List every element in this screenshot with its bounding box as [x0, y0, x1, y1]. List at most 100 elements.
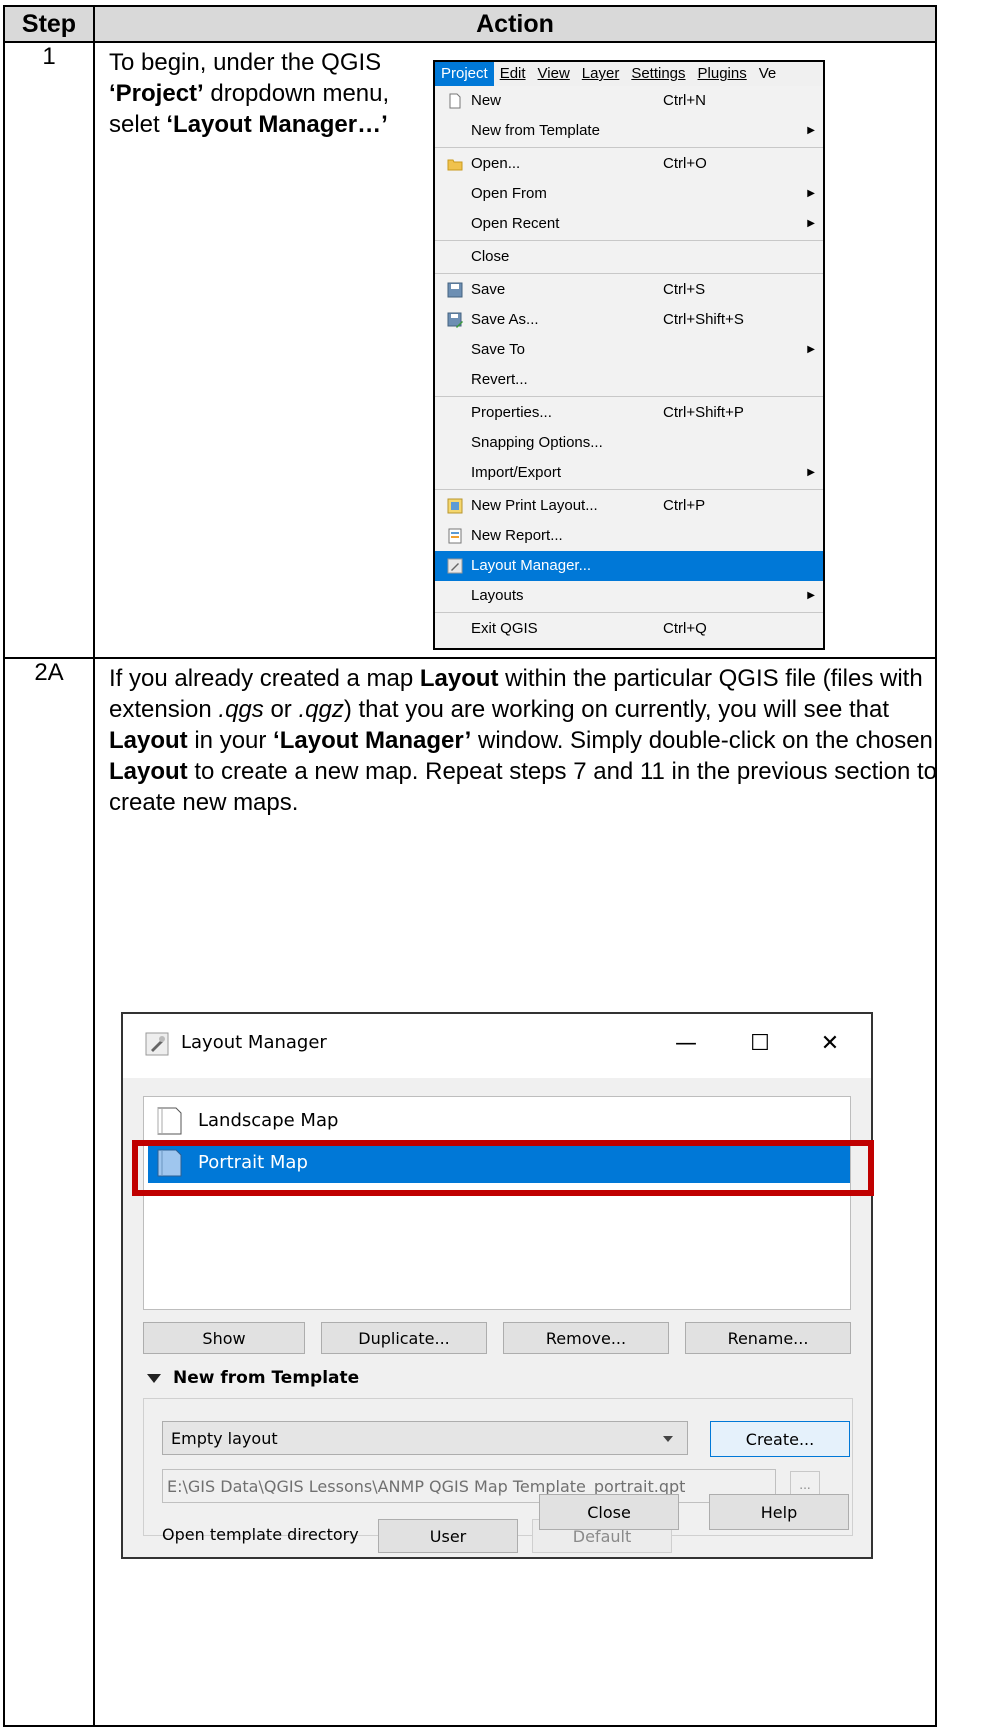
menu-item-new-from-template[interactable]: New from Template ▶ — [435, 116, 823, 146]
header-action: Action — [93, 5, 937, 43]
new-file-icon — [449, 93, 461, 109]
menu-item-save[interactable]: Save Ctrl+S — [435, 275, 823, 305]
menu-item-open-recent[interactable]: Open Recent ▶ — [435, 209, 823, 239]
menu-item-close[interactable]: Close — [435, 242, 823, 272]
menu-separator — [435, 273, 823, 274]
bold-layout: Layout — [109, 758, 188, 785]
menu-project[interactable]: Project — [435, 62, 494, 86]
group-title: New from Template — [173, 1368, 360, 1388]
menu-item-shortcut: Ctrl+O — [663, 155, 707, 172]
text-run: To begin, under the QGIS — [109, 49, 382, 76]
highlight-box — [132, 1140, 874, 1196]
submenu-arrow-icon: ▶ — [807, 125, 815, 136]
menu-item-shortcut: Ctrl+S — [663, 281, 706, 298]
menu-layer[interactable]: Layer — [576, 62, 626, 86]
menu-edit[interactable]: Edit — [494, 62, 532, 86]
submenu-arrow-icon: ▶ — [807, 188, 815, 199]
menu-item-label: Save As... — [471, 311, 539, 328]
open-template-directory-label: Open template directory — [162, 1525, 359, 1544]
action-cell-1: To begin, under the QGIS ‘Project’ dropd… — [93, 41, 937, 659]
layout-icon — [157, 1107, 182, 1135]
menu-item-properties[interactable]: Properties... Ctrl+Shift+P — [435, 398, 823, 428]
text-run: in your — [187, 727, 274, 754]
menu-item-new-print-layout[interactable]: New Print Layout... Ctrl+P — [435, 491, 823, 521]
menu-item-exit-qgis[interactable]: Exit QGIS Ctrl+Q — [435, 614, 823, 644]
menu-item-open-from[interactable]: Open From ▶ — [435, 179, 823, 209]
steps-table: Step Action 1 To begin, under the QGIS ‘… — [3, 5, 937, 1727]
menu-item-shortcut: Ctrl+P — [663, 497, 706, 514]
text-run: to create a new map. Repeat steps 7 and … — [109, 758, 938, 816]
layout-buttons: Show Duplicate... Remove... Rename... — [143, 1322, 851, 1354]
menu-item-label: Save To — [471, 341, 525, 358]
dropdown-arrow-icon — [663, 1436, 673, 1442]
template-select[interactable]: Empty layout — [162, 1421, 688, 1455]
menu-separator — [435, 240, 823, 241]
collapse-triangle-icon — [147, 1373, 161, 1383]
save-as-icon — [447, 312, 463, 328]
duplicate-button[interactable]: Duplicate... — [321, 1322, 487, 1354]
menu-item-label: Save — [471, 281, 506, 298]
menu-item-label: New Report... — [471, 527, 563, 544]
folder-icon — [447, 159, 463, 171]
menu-item-label: New Print Layout... — [471, 497, 598, 514]
layout-manager-dialog-screenshot: Layout Manager — ☐ ✕ Landscape Map Portr… — [121, 1012, 874, 1559]
dialog-titlebar: Layout Manager — ☐ ✕ — [123, 1014, 871, 1078]
layout-manager-icon — [145, 1032, 169, 1056]
user-button[interactable]: User — [378, 1519, 518, 1553]
menu-item-import-export[interactable]: Import/Export ▶ — [435, 458, 823, 488]
menu-separator — [435, 147, 823, 148]
layout-list: Landscape Map Portrait Map — [143, 1096, 851, 1310]
menu-vector-truncated[interactable]: Ve — [753, 62, 783, 86]
action-cell-2a: If you already created a map Layout with… — [93, 657, 939, 1727]
layout-item-landscape[interactable]: Landscape Map — [148, 1101, 854, 1141]
layout-manager-icon — [447, 558, 463, 574]
menu-item-layouts[interactable]: Layouts ▶ — [435, 581, 823, 611]
menu-item-snapping-options[interactable]: Snapping Options... — [435, 428, 823, 458]
menu-item-new-report[interactable]: New Report... — [435, 521, 823, 551]
maximize-button[interactable]: ☐ — [737, 1026, 783, 1062]
menu-plugins[interactable]: Plugins — [692, 62, 753, 86]
new-from-template-header[interactable]: New from Template — [147, 1368, 359, 1388]
qgis-project-menu-screenshot: Project Edit View Layer Settings Plugins… — [433, 60, 825, 650]
menu-item-label: Close — [471, 248, 510, 265]
create-button[interactable]: Create... — [710, 1421, 850, 1457]
bold-project: ‘Project’ — [109, 80, 204, 107]
document-page: Step Action 1 To begin, under the QGIS ‘… — [0, 0, 1000, 1730]
menu-item-save-as[interactable]: Save As... Ctrl+Shift+S — [435, 305, 823, 335]
menu-item-open[interactable]: Open... Ctrl+O — [435, 149, 823, 179]
minimize-button[interactable]: — — [663, 1026, 709, 1062]
menu-view[interactable]: View — [532, 62, 576, 86]
bold-layout: Layout — [419, 665, 499, 692]
save-icon — [447, 282, 463, 298]
submenu-arrow-icon: ▶ — [807, 590, 815, 601]
remove-button[interactable]: Remove... — [503, 1322, 669, 1354]
show-button[interactable]: Show — [143, 1322, 305, 1354]
step-2a-instructions: If you already created a map Layout with… — [109, 663, 939, 818]
print-layout-icon — [447, 498, 463, 514]
report-icon — [448, 528, 462, 544]
menu-item-label: Open Recent — [471, 215, 560, 232]
menu-item-label: Open... — [471, 155, 521, 172]
menu-item-layout-manager[interactable]: Layout Manager... — [435, 551, 823, 581]
template-path-field[interactable]: E:\GIS Data\QGIS Lessons\ANMP QGIS Map T… — [162, 1469, 776, 1503]
step-number-2a: 2A — [3, 657, 95, 1727]
close-button[interactable]: Close — [539, 1494, 679, 1530]
italic-qgz: .qgz — [298, 696, 344, 723]
menu-item-label: Snapping Options... — [471, 434, 603, 451]
close-window-button[interactable]: ✕ — [807, 1026, 853, 1062]
menu-settings[interactable]: Settings — [625, 62, 691, 86]
help-button[interactable]: Help — [709, 1494, 849, 1530]
menu-separator — [435, 612, 823, 613]
menu-item-label: Layout Manager... — [471, 557, 592, 574]
menu-item-shortcut: Ctrl+Shift+P — [663, 404, 744, 421]
menu-separator — [435, 396, 823, 397]
template-value: Empty layout — [171, 1429, 278, 1448]
dialog-title: Layout Manager — [181, 1032, 327, 1053]
menu-item-revert[interactable]: Revert... — [435, 365, 823, 395]
menu-bar: Project Edit View Layer Settings Plugins… — [435, 62, 823, 86]
menu-item-new[interactable]: New Ctrl+N — [435, 86, 823, 116]
menu-item-save-to[interactable]: Save To ▶ — [435, 335, 823, 365]
step-1-instructions: To begin, under the QGIS ‘Project’ dropd… — [109, 47, 409, 140]
menu-item-label: New from Template — [471, 122, 600, 139]
rename-button[interactable]: Rename... — [685, 1322, 851, 1354]
